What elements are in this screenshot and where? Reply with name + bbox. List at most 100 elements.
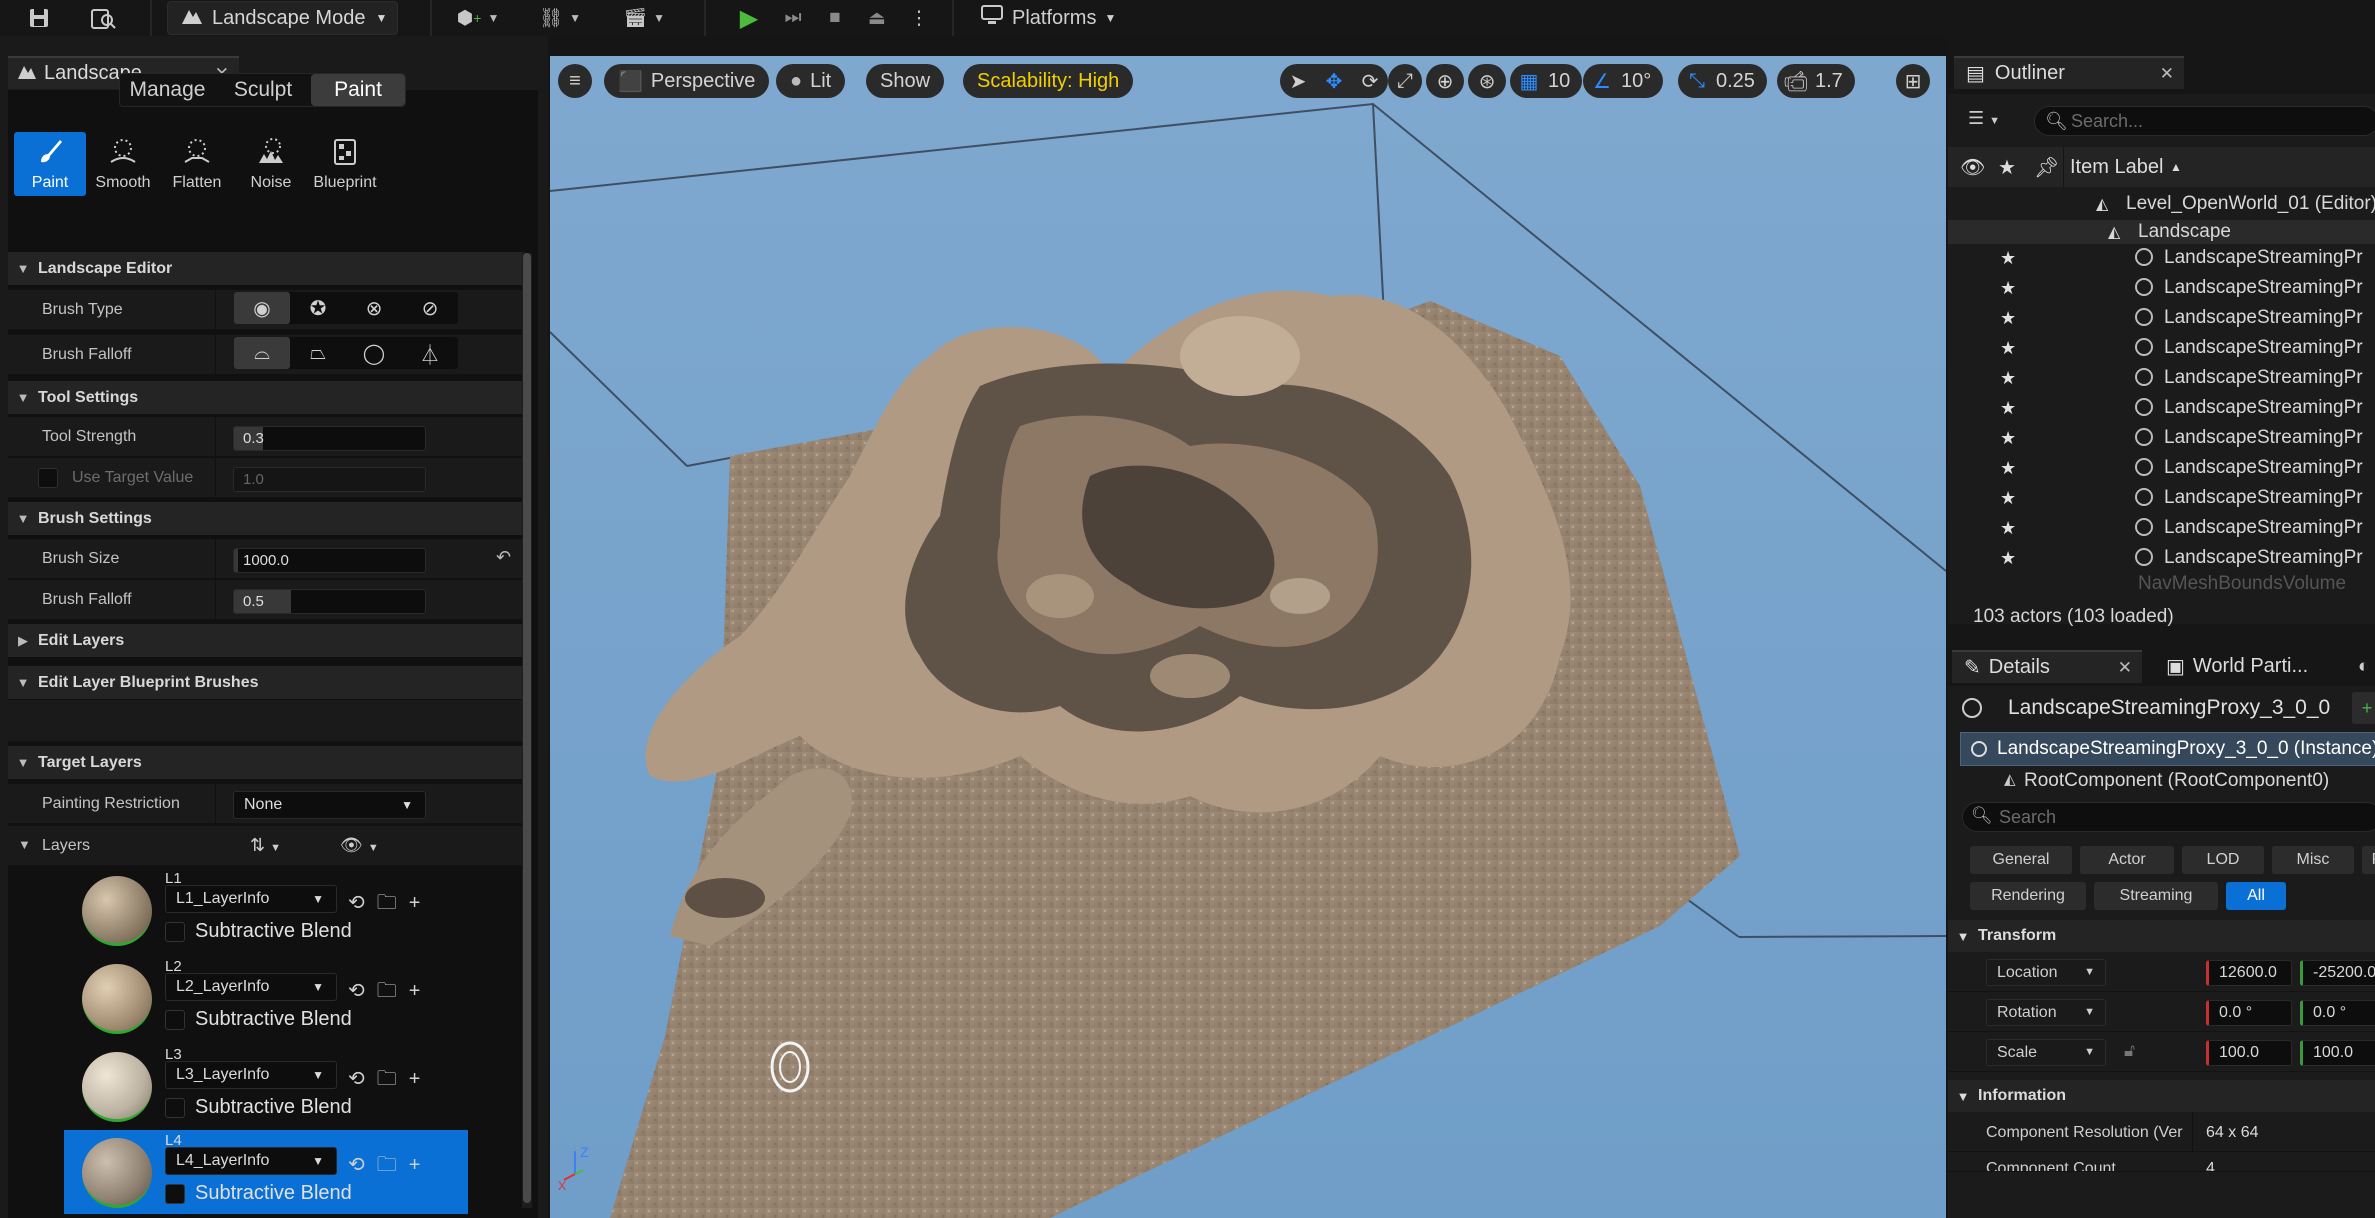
favorite-star-icon[interactable]: ★ (2000, 248, 2016, 269)
favorite-star-icon[interactable]: ★ (2000, 488, 2016, 509)
falloff-spherical-button[interactable]: ◯ (346, 337, 402, 369)
grid-snap-icon[interactable]: ▦ (1510, 69, 1548, 94)
layer-info-select[interactable]: L3_LayerInfo ▼ (165, 1061, 337, 1089)
browse-folder-icon[interactable]: 🗀︎ (377, 1068, 409, 1090)
use-selected-icon[interactable]: ⟲ (348, 980, 377, 1002)
play-options-button[interactable]: ⋮ (904, 3, 934, 33)
use-target-value-checkbox[interactable] (38, 468, 58, 488)
outliner-row-proxy[interactable]: ★ LandscapeStreamingPr (1948, 454, 2375, 484)
browse-folder-icon[interactable]: 🗀︎ (377, 980, 409, 1002)
brush-falloff-input[interactable]: 0.5 (233, 589, 426, 614)
tool-strength-input[interactable]: 0.3 (233, 426, 426, 451)
favorite-star-icon[interactable]: ★ (2000, 428, 2016, 449)
layer-row-l4[interactable]: L4 L4_LayerInfo ▼ ⟲🗀︎+ Subtractive Blend (64, 1130, 468, 1214)
translate-icon[interactable]: ✥ (1316, 69, 1352, 94)
section-brush-settings[interactable]: ▼ Brush Settings (8, 502, 524, 535)
add-component-button[interactable]: + (2352, 692, 2375, 724)
location-x-input[interactable]: 12600.0 (2206, 960, 2292, 986)
category-lod[interactable]: LOD (2182, 846, 2264, 874)
subtractive-blend-checkbox[interactable] (165, 1098, 185, 1118)
step-button[interactable]: ⏭︎ (776, 3, 810, 33)
details-object-name[interactable]: LandscapeStreamingProxy_3_0_0 (2008, 696, 2330, 720)
viewport-layout-icon[interactable]: ⊞ (1896, 69, 1930, 94)
scale-dropdown[interactable]: Scale ▼ (1986, 1039, 2106, 1066)
favorite-star-icon[interactable]: ★ (2000, 398, 2016, 419)
tab-manage[interactable]: Manage (120, 74, 215, 106)
sort-layers-icon[interactable]: ⇅ ▼ (250, 835, 281, 856)
layer-row-l3[interactable]: L3 L3_LayerInfo ▼ ⟲🗀︎+ Subtractive Blend (64, 1044, 468, 1128)
cinematics-button[interactable]: 🎬︎ ▼ (612, 3, 676, 33)
landscape-mode-dropdown[interactable]: Landscape Mode ▼ (167, 1, 398, 35)
save-icon[interactable] (22, 3, 56, 33)
outliner-row-proxy[interactable]: ★ LandscapeStreamingPr (1948, 424, 2375, 454)
favorite-star-icon[interactable]: ★ (2000, 338, 2016, 359)
layer-row-l2[interactable]: L2 L2_LayerInfo ▼ ⟲🗀︎+ Subtractive Blend (64, 956, 468, 1040)
falloff-linear-button[interactable]: ⏢ (290, 337, 346, 369)
outliner-row-proxy[interactable]: ★ LandscapeStreamingPr (1948, 514, 2375, 544)
layer-info-select[interactable]: L4_LayerInfo ▼ (165, 1147, 337, 1175)
pin-column-icon[interactable]: 📌︎ (2034, 155, 2059, 180)
rotation-snap-icon[interactable]: ∠ (1583, 69, 1621, 94)
add-actor-button[interactable]: ⬢ + ▼ (448, 3, 508, 33)
add-icon[interactable]: + (409, 892, 433, 914)
section-tool-settings[interactable]: ▼ Tool Settings (8, 381, 524, 414)
outliner-row-proxy[interactable]: ★ LandscapeStreamingPr (1948, 394, 2375, 424)
use-selected-icon[interactable]: ⟲ (348, 1068, 377, 1090)
tool-blueprint[interactable]: Blueprint (308, 132, 382, 196)
browse-folder-icon[interactable]: 🗀︎ (377, 892, 409, 914)
content-browser-icon[interactable] (86, 3, 120, 33)
play-button[interactable]: ▶ (732, 3, 766, 33)
lit-button[interactable]: ● Lit (776, 64, 846, 98)
use-selected-icon[interactable]: ⟲ (348, 1154, 377, 1176)
favorite-star-icon[interactable]: ★ (2000, 518, 2016, 539)
component-tree-root[interactable]: LandscapeStreamingProxy_3_0_0 (Instance) (1960, 732, 2375, 766)
tool-paint[interactable]: Paint (14, 132, 86, 196)
layer-info-select[interactable]: L2_LayerInfo ▼ (165, 973, 337, 1001)
viewport-menu-button[interactable]: ≡ (558, 64, 592, 98)
tab-sculpt[interactable]: Sculpt (215, 74, 311, 106)
blueprint-button[interactable]: ⛓ ▼ (530, 3, 590, 33)
layer-row-l1[interactable]: L1 L1_LayerInfo ▼ ⟲🗀︎+ Subtractive Blend (64, 868, 468, 952)
brush-alpha-button[interactable]: ✪ (290, 292, 346, 324)
globe-tab-icon[interactable]: ◐ (2358, 656, 2369, 678)
subtractive-blend-checkbox[interactable] (165, 1184, 185, 1204)
close-icon[interactable]: ✕ (2118, 658, 2132, 678)
category-misc[interactable]: Misc (2272, 846, 2354, 874)
platforms-dropdown[interactable]: Platforms ▼ (980, 1, 1116, 35)
outliner-row-proxy[interactable]: ★ LandscapeStreamingPr (1948, 274, 2375, 304)
subtractive-blend-checkbox[interactable] (165, 1010, 185, 1030)
painting-restriction-select[interactable]: None ▼ (233, 791, 426, 819)
subtractive-blend-checkbox[interactable] (165, 922, 185, 942)
rotate-icon[interactable]: ⟳ (1352, 69, 1388, 94)
rotation-dropdown[interactable]: Rotation ▼ (1986, 999, 2106, 1026)
left-panel-scrollbar[interactable] (522, 253, 532, 1208)
outliner-row-navmesh[interactable]: NavMeshBoundsVolume (1948, 570, 2375, 600)
select-icon[interactable]: ➤ (1280, 69, 1316, 94)
scale-snap-value[interactable]: 0.25 (1716, 70, 1767, 93)
category-physics[interactable]: P (2362, 846, 2375, 874)
brush-pattern-button[interactable]: ⊗ (346, 292, 402, 324)
scalability-button[interactable]: Scalability: High (963, 64, 1134, 98)
category-rendering[interactable]: Rendering (1970, 882, 2086, 910)
details-tab[interactable]: ✎ Details ✕ (1952, 650, 2142, 683)
world-partition-tab[interactable]: ▣ World Parti... (2154, 650, 2344, 683)
collapse-arrow-icon[interactable]: ▼ (18, 837, 31, 852)
perspective-button[interactable]: ⬛ Perspective (604, 64, 770, 98)
section-target-layers[interactable]: ▼ Target Layers (8, 746, 524, 779)
browse-folder-icon[interactable]: 🗀︎ (377, 1154, 409, 1176)
scale-y-input[interactable]: 100.0 (2300, 1040, 2375, 1066)
reset-to-default-icon[interactable]: ↶ (496, 547, 511, 568)
outliner-row-proxy[interactable]: ★ LandscapeStreamingPr (1948, 244, 2375, 274)
lock-icon[interactable]: 🔓︎ (2124, 1041, 2135, 1061)
favorite-star-icon[interactable]: ★ (2000, 458, 2016, 479)
add-icon[interactable]: + (409, 980, 433, 1002)
section-landscape-editor[interactable]: ▼ Landscape Editor (8, 252, 524, 285)
level-viewport[interactable]: Z X ≡ ⬛ Perspective ● Lit Show Scalabili… (550, 56, 1946, 1218)
tab-paint[interactable]: Paint (311, 74, 405, 106)
category-general[interactable]: General (1970, 846, 2072, 874)
grid-snap-value[interactable]: 10 (1548, 70, 1582, 93)
rotation-x-input[interactable]: 0.0 ° (2206, 1000, 2292, 1026)
world-space-icon[interactable]: ⊕ (1426, 69, 1464, 94)
outliner-row-proxy[interactable]: ★ LandscapeStreamingPr (1948, 364, 2375, 394)
category-actor[interactable]: Actor (2080, 846, 2174, 874)
